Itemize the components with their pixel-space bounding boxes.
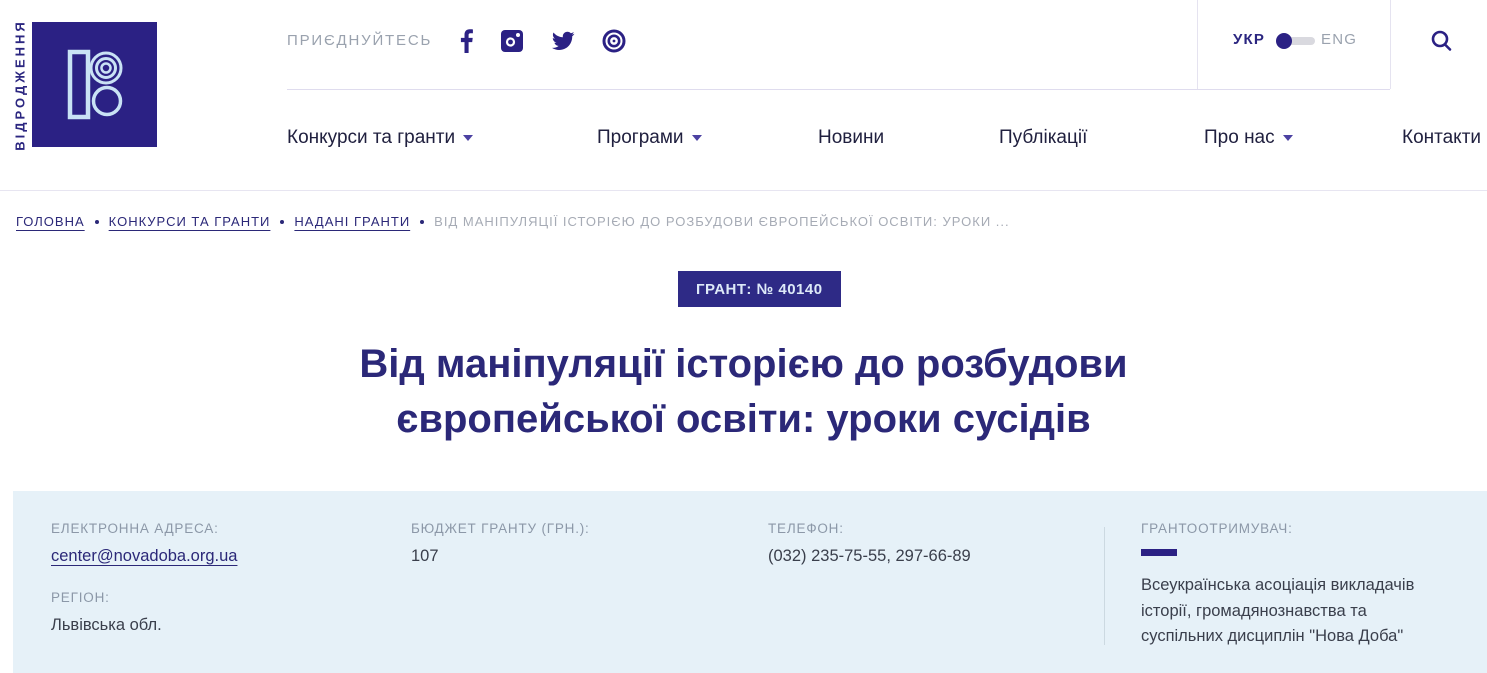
breadcrumb: ГОЛОВНА КОНКУРСИ ТА ГРАНТИ НАДАНІ ГРАНТИ ВІ…: [16, 214, 1010, 229]
panel-divider: [1104, 527, 1105, 645]
grantee-column: ГРАНТООТРИМУВАЧ: Всеукраїнська асоціація…: [1141, 521, 1461, 650]
language-toggle[interactable]: [1283, 37, 1315, 45]
nav-item-programs[interactable]: Програми: [597, 127, 702, 149]
region-label: РЕГІОН:: [51, 590, 237, 605]
search-icon[interactable]: [1428, 28, 1456, 56]
nav-item-publications[interactable]: Публікації: [999, 127, 1087, 149]
header-divider: [287, 89, 1390, 90]
language-eng[interactable]: ENG: [1321, 31, 1357, 48]
email-link[interactable]: center@novadoba.org.ua: [51, 547, 237, 566]
breadcrumb-separator: [420, 220, 424, 224]
chevron-down-icon: [692, 135, 702, 141]
breadcrumb-home[interactable]: ГОЛОВНА: [16, 214, 85, 229]
breadcrumb-separator: [95, 220, 99, 224]
twitter-icon[interactable]: [551, 29, 575, 53]
budget-value: 107: [411, 547, 590, 566]
instagram-icon[interactable]: [500, 29, 524, 53]
chevron-down-icon: [1283, 135, 1293, 141]
language-ukr[interactable]: УКР: [1233, 31, 1265, 48]
join-us-label: ПРИЄДНУЙТЕСЬ: [287, 32, 432, 49]
header-divider: [1390, 0, 1391, 89]
nav-item-contacts[interactable]: Контакти: [1402, 127, 1481, 149]
email-label: ЕЛЕКТРОННА АДРЕСА:: [51, 521, 237, 536]
nav-item-about[interactable]: Про нас: [1204, 127, 1293, 149]
region-value: Львівська обл.: [51, 616, 237, 635]
breadcrumb-granted[interactable]: НАДАНІ ГРАНТИ: [294, 214, 410, 229]
spacer: [51, 566, 237, 590]
grantee-value: Всеукраїнська асоціація викладачів істор…: [1141, 573, 1441, 650]
email-region-column: ЕЛЕКТРОННА АДРЕСА: center@novadoba.org.u…: [51, 521, 237, 635]
facebook-icon[interactable]: [455, 29, 479, 53]
nav-item-news[interactable]: Новини: [818, 127, 884, 149]
phone-value: (032) 235-75-55, 297-66-89: [768, 547, 971, 566]
budget-column: БЮДЖЕТ ГРАНТУ (ГРН.): 107: [411, 521, 590, 566]
phone-label: ТЕЛЕФОН:: [768, 521, 971, 536]
page-title: Від маніпуляції історією до розбудови єв…: [244, 337, 1244, 447]
grantee-accent-dash: [1141, 549, 1177, 556]
breadcrumb-current-page: ВІД МАНІПУЛЯЦІЇ ІСТОРІЄЮ ДО РОЗБУДОВИ ЄВ…: [434, 214, 1009, 229]
grant-number-badge: ГРАНТ: № 40140: [678, 271, 841, 307]
nav-item-contests-grants[interactable]: Конкурси та гранти: [287, 127, 473, 149]
language-toggle-knob: [1276, 33, 1292, 49]
site-logo[interactable]: [32, 22, 157, 147]
header-divider: [1197, 0, 1198, 89]
budget-label: БЮДЖЕТ ГРАНТУ (ГРН.):: [411, 521, 590, 536]
site-header: ВІДРОДЖЕННЯ ПРИЄДНУЙТЕСЬ: [0, 0, 1487, 191]
grantee-label: ГРАНТООТРИМУВАЧ:: [1141, 521, 1461, 536]
rings-icon[interactable]: [602, 29, 626, 53]
breadcrumb-contests-grants[interactable]: КОНКУРСИ ТА ГРАНТИ: [109, 214, 271, 229]
chevron-down-icon: [463, 135, 473, 141]
grant-details-panel: ЕЛЕКТРОННА АДРЕСА: center@novadoba.org.u…: [13, 491, 1487, 673]
renaissance-logo-icon: [32, 22, 157, 147]
brand-vertical-text: ВІДРОДЖЕННЯ: [13, 19, 28, 151]
breadcrumb-separator: [280, 220, 284, 224]
phone-column: ТЕЛЕФОН: (032) 235-75-55, 297-66-89: [768, 521, 971, 566]
